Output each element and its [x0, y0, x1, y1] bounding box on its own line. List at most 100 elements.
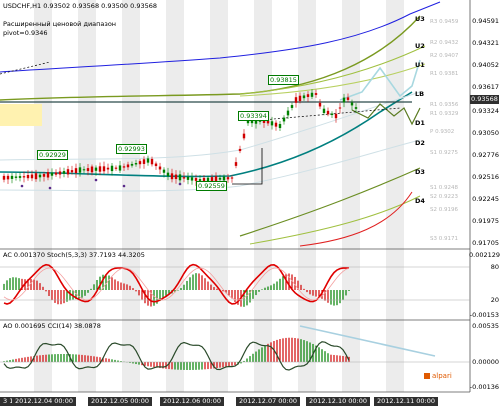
candle-body: [46, 172, 50, 178]
candle-body: [294, 97, 298, 103]
fractal-marker: [122, 184, 126, 188]
candle-body: [290, 105, 294, 108]
level-u3: U3: [415, 15, 425, 23]
candle-body: [334, 113, 338, 119]
price-axis-tick: 0.94321: [472, 39, 499, 47]
ac-axis-tick: -0.00153: [469, 311, 499, 319]
fractal-marker: [20, 184, 24, 188]
candle-body: [42, 174, 46, 177]
candle-body: [174, 174, 178, 180]
candle-body: [190, 177, 194, 181]
level-lb: LB: [415, 90, 425, 98]
time-axis-tick: 2012.12.11 00:00: [374, 397, 439, 406]
candle-body: [314, 93, 318, 95]
session-bands: [34, 0, 404, 392]
ohlc-close: 0.93568: [130, 2, 158, 10]
ghost-label: S2 0.9196: [430, 207, 458, 213]
candle-body: [110, 165, 114, 172]
logo-square: [424, 373, 430, 379]
candle-body: [118, 165, 122, 171]
candle-body: [158, 166, 162, 170]
candle-body: [62, 171, 66, 174]
candle-body: [238, 148, 242, 152]
candle-body: [114, 167, 118, 169]
candle-body: [346, 97, 350, 100]
candle-body: [150, 158, 154, 165]
comment-line-1: Расширенный ценовой диапазон: [3, 20, 117, 28]
candle-body: [66, 169, 70, 175]
fractal-marker: [178, 182, 182, 186]
candle-body: [166, 172, 170, 177]
ac-pane-header: AC 0.001370 Stoch(5,3,3) 37.7193 44.3205: [3, 251, 145, 259]
candle-body: [354, 107, 358, 109]
price-flag: 0.93815: [268, 75, 299, 85]
time-axis-tick: 2012.12.04 00:00: [12, 397, 77, 406]
ao-axis-tick: 0.00000: [472, 358, 499, 366]
candle-body: [98, 166, 102, 172]
candle-body: [182, 177, 186, 179]
candle-body: [134, 163, 138, 165]
ghost-label: R1 0.9381: [430, 71, 459, 77]
candle-body: [130, 163, 134, 166]
ao-pane-header: AO 0.001695 CCI(14) 38.0878: [3, 322, 101, 330]
candle-body: [142, 159, 146, 164]
candle-body: [86, 168, 90, 172]
level-d2: D2: [415, 139, 425, 147]
candle-body: [306, 94, 310, 97]
price-axis-tick: 0.92776: [472, 151, 499, 159]
candle-body: [74, 168, 78, 174]
ac-axis-tick: 20: [490, 296, 499, 304]
candle-body: [302, 95, 306, 99]
ohlc-high: 0.93568: [72, 2, 100, 10]
candle-body: [22, 176, 26, 178]
ghost-label: R1 0.9356: [430, 102, 459, 108]
candle-body: [298, 95, 302, 102]
candle-body: [322, 108, 326, 114]
candle-body: [234, 162, 238, 166]
candle-body: [106, 167, 110, 170]
ghost-label: R3 0.9459: [430, 19, 459, 25]
candle-body: [282, 117, 286, 122]
price-axis-tick: 0.94052: [472, 61, 499, 69]
price-axis-tick: 0.93324: [472, 107, 499, 115]
price-flag: 0.92559: [196, 181, 227, 191]
candle-body: [278, 123, 282, 129]
candle-body: [178, 174, 182, 181]
candle-body: [246, 120, 250, 124]
candle-body: [226, 177, 230, 180]
price-axis-tick: 0.92516: [472, 173, 499, 181]
candle-body: [350, 102, 354, 106]
time-axis-tick: 2012.12.10 00:00: [306, 397, 371, 406]
price-axis-tick: 0.92245: [472, 195, 499, 203]
candle-body: [242, 133, 246, 139]
ghost-label: R2 0.9407: [430, 53, 459, 59]
price-axis-tick: 0.94591: [472, 17, 499, 25]
candle-body: [286, 110, 290, 116]
ao-trend-line: [299, 325, 436, 357]
candle-body: [26, 174, 30, 179]
time-axis-tick: 2012.12.07 00:00: [236, 397, 301, 406]
current-price-marker: 0.93568: [470, 95, 499, 104]
ghost-label: S1 0.9248: [430, 185, 458, 191]
time-axis-tick: 2012.12.05 00:00: [88, 397, 153, 406]
level-u2: U2: [415, 42, 425, 50]
comment-line-2: pivot=0.9346: [3, 29, 48, 37]
chart-canvas[interactable]: [0, 0, 500, 408]
fractal-marker: [48, 186, 52, 190]
time-axis-tick: 2012.12.06 00:00: [160, 397, 225, 406]
ac-axis-tick: 0.002129: [469, 251, 500, 259]
price-flag: 0.93394: [238, 111, 269, 121]
level-d1: D1: [415, 119, 425, 127]
candle-body: [38, 174, 42, 178]
ao-axis-tick: -0.00136: [469, 383, 499, 391]
candle-body: [54, 172, 58, 175]
candle-body: [30, 174, 34, 179]
alpari-logo-icon: alpari: [424, 372, 452, 380]
price-flag: 0.92993: [116, 144, 147, 154]
candle-body: [222, 176, 226, 181]
candle-body: [138, 161, 142, 165]
candle-body: [34, 173, 38, 180]
ghost-label: S3 0.9171: [430, 236, 458, 242]
candle-body: [274, 122, 278, 127]
candle-body: [266, 120, 270, 124]
